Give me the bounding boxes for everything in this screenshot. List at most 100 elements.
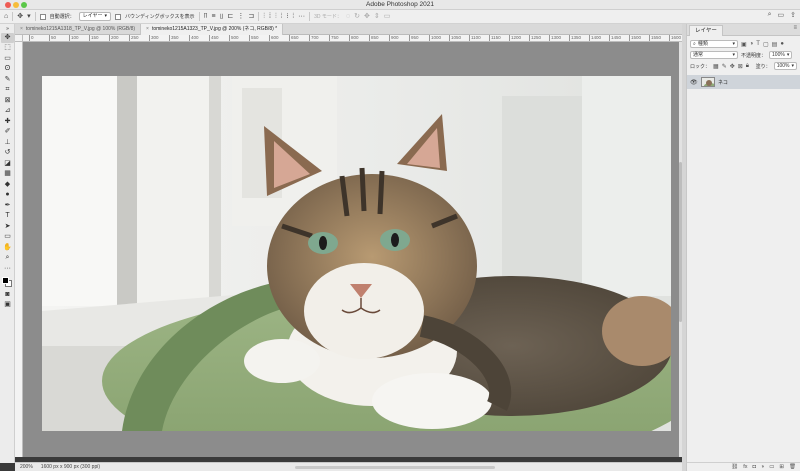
document-info[interactable]: 1600 px x 900 px (300 ppi) bbox=[41, 463, 100, 471]
filter-type-icon[interactable]: T bbox=[756, 41, 760, 47]
link-layers-icon[interactable]: ⛓ bbox=[731, 463, 738, 471]
align-middle-icon[interactable]: ≡ bbox=[212, 11, 216, 23]
screen-mode-icon[interactable]: ▣ bbox=[1, 300, 14, 310]
frame-tool-icon[interactable]: ⊠ bbox=[1, 96, 14, 106]
collapse-icon[interactable]: » bbox=[1, 26, 14, 32]
3d-pan-icon[interactable]: ✥ bbox=[364, 11, 370, 23]
gradient-tool-icon[interactable]: ▦ bbox=[1, 169, 14, 179]
lasso-tool-icon[interactable]: ʘ bbox=[1, 64, 14, 74]
lock-artboard-icon[interactable]: ⊠ bbox=[738, 63, 743, 70]
new-adjustment-layer-icon[interactable]: ◑ bbox=[761, 463, 764, 471]
auto-select-target-dropdown[interactable]: レイヤー ▾ bbox=[78, 12, 112, 21]
delete-layer-icon[interactable]: 🗑︎ bbox=[789, 463, 796, 471]
canvas-area[interactable] bbox=[23, 42, 679, 457]
horizontal-scrollbar[interactable] bbox=[295, 466, 495, 469]
move-tool-icon[interactable]: ✥ bbox=[1, 32, 14, 43]
eye-icon[interactable]: 👁︎ bbox=[690, 79, 698, 86]
zoom-tool-icon[interactable]: ⌕ bbox=[1, 253, 14, 263]
filter-shape-icon[interactable]: ▢ bbox=[763, 41, 769, 48]
align-top-icon[interactable]: ⫪ bbox=[204, 11, 208, 23]
foreground-color-swatch[interactable] bbox=[2, 276, 9, 284]
blur-tool-icon[interactable]: ◆ bbox=[1, 180, 14, 190]
divider bbox=[258, 12, 260, 21]
lock-position-icon[interactable]: ✥ bbox=[730, 63, 735, 70]
distribute-bottom-icon[interactable]: ⫶ bbox=[275, 11, 277, 23]
quick-mask-icon[interactable]: ◙ bbox=[1, 290, 14, 300]
home-icon[interactable]: ⌂ bbox=[4, 11, 8, 23]
filter-adjustment-icon[interactable]: ◑ bbox=[750, 41, 754, 47]
show-transform-checkbox[interactable] bbox=[115, 13, 122, 20]
workspace-icon[interactable]: ▭ bbox=[778, 11, 785, 19]
distribute-left-icon[interactable]: ⦙ bbox=[281, 11, 283, 23]
quick-select-tool-icon[interactable]: ✎ bbox=[1, 75, 14, 85]
add-mask-icon[interactable]: ◘ bbox=[753, 463, 756, 471]
auto-select-checkbox[interactable] bbox=[39, 13, 46, 20]
more-options-icon[interactable]: ··· bbox=[298, 11, 305, 23]
3d-orbit-icon[interactable]: ◌ bbox=[346, 11, 350, 23]
align-bottom-icon[interactable]: ⫫ bbox=[220, 11, 224, 23]
filter-pixel-icon[interactable]: ▣ bbox=[741, 41, 747, 48]
healing-brush-tool-icon[interactable]: ✚ bbox=[1, 117, 14, 127]
new-group-icon[interactable]: ▭ bbox=[769, 463, 774, 471]
opacity-field[interactable]: 100% ▾ bbox=[769, 51, 793, 59]
hand-tool-icon[interactable]: ✋ bbox=[1, 243, 14, 253]
document-tab-active[interactable]: × tomineko1215A1323_TP_V.jpg @ 200% (ネコ,… bbox=[141, 24, 284, 35]
filter-toggle-icon[interactable]: ● bbox=[780, 41, 784, 47]
panel-menu-icon[interactable]: ≡ bbox=[793, 25, 797, 31]
ruler-tick: 1450 bbox=[609, 35, 622, 41]
document-tab[interactable]: × tomineko1215A1318_TP_V.jpg @ 100% (RGB… bbox=[15, 24, 142, 35]
eyedropper-tool-icon[interactable]: ⊿ bbox=[1, 106, 14, 116]
filter-kind-dropdown[interactable]: ⌕ 種類 ▾ bbox=[690, 40, 738, 48]
close-icon[interactable]: × bbox=[20, 24, 23, 35]
tab-layers[interactable]: レイヤー bbox=[689, 25, 723, 36]
color-swatches[interactable] bbox=[1, 276, 14, 288]
3d-slide-icon[interactable]: ⇕ bbox=[374, 11, 380, 23]
new-layer-icon[interactable]: ⊞ bbox=[779, 463, 784, 471]
type-tool-icon[interactable]: T bbox=[1, 211, 14, 221]
zoom-level[interactable]: 200% bbox=[20, 463, 33, 471]
crop-tool-icon[interactable]: ⌗ bbox=[1, 85, 14, 95]
dodge-tool-icon[interactable]: ● bbox=[1, 190, 14, 200]
share-icon[interactable]: ⇪ bbox=[790, 11, 796, 19]
vertical-ruler[interactable] bbox=[15, 42, 23, 457]
3d-roll-icon[interactable]: ↻ bbox=[354, 11, 360, 23]
move-tool-icon[interactable]: ✥ bbox=[17, 11, 23, 23]
distribute-center-icon[interactable]: ⁝ bbox=[286, 11, 288, 23]
more-tools-icon[interactable]: ··· bbox=[1, 264, 14, 274]
ruler-tick: 450 bbox=[209, 35, 219, 41]
lock-image-icon[interactable]: ✎ bbox=[722, 63, 727, 70]
align-center-icon[interactable]: ⋮ bbox=[237, 11, 244, 23]
eraser-tool-icon[interactable]: ◪ bbox=[1, 159, 14, 169]
3d-scale-icon[interactable]: ▭ bbox=[384, 11, 391, 23]
marquee-tool-icon[interactable]: ▭ bbox=[1, 54, 14, 64]
opacity-label: 不透明度： bbox=[741, 52, 767, 59]
chevron-down-icon: ▾ bbox=[791, 63, 794, 69]
blend-mode-dropdown[interactable]: 通常 ▾ bbox=[690, 51, 738, 59]
status-bar: 200% 1600 px x 900 px (300 ppi) bbox=[15, 462, 682, 471]
lock-all-icon[interactable]: 🔒︎ bbox=[746, 63, 749, 70]
layer-row[interactable]: 👁︎ ネコ bbox=[687, 75, 800, 89]
rectangle-tool-icon[interactable]: ▭ bbox=[1, 232, 14, 242]
horizontal-ruler[interactable]: 0 50 100 150 200 250 300 350 400 450 500 550 600 650 7… bbox=[23, 35, 682, 42]
path-select-tool-icon[interactable]: ➤ bbox=[1, 222, 14, 232]
chevron-down-icon[interactable]: ▾ bbox=[27, 11, 31, 23]
distribute-right-icon[interactable]: ⦙ bbox=[293, 11, 295, 23]
ruler-origin[interactable] bbox=[15, 35, 23, 42]
lock-transparent-icon[interactable]: ▦ bbox=[713, 63, 719, 70]
history-brush-tool-icon[interactable]: ↺ bbox=[1, 148, 14, 158]
artboard-tool-icon[interactable]: ⬚ bbox=[1, 43, 14, 53]
fill-field[interactable]: 100% ▾ bbox=[773, 62, 797, 70]
layer-name[interactable]: ネコ bbox=[718, 79, 728, 86]
align-left-icon[interactable]: ⊏ bbox=[228, 11, 234, 23]
document-canvas-image[interactable] bbox=[42, 76, 671, 431]
filter-smart-object-icon[interactable]: ▤ bbox=[772, 41, 778, 48]
search-icon[interactable]: ⌕ bbox=[768, 11, 772, 19]
layer-style-icon[interactable]: fx bbox=[743, 463, 747, 471]
brush-tool-icon[interactable]: ✐ bbox=[1, 127, 14, 137]
distribute-middle-icon[interactable]: ⁞ bbox=[269, 11, 271, 23]
distribute-top-icon[interactable]: ⫶ bbox=[263, 11, 265, 23]
stamp-tool-icon[interactable]: ⊥ bbox=[1, 138, 14, 148]
align-right-icon[interactable]: ⊐ bbox=[248, 11, 254, 23]
close-icon[interactable]: × bbox=[146, 24, 149, 35]
pen-tool-icon[interactable]: ✒ bbox=[1, 201, 14, 211]
